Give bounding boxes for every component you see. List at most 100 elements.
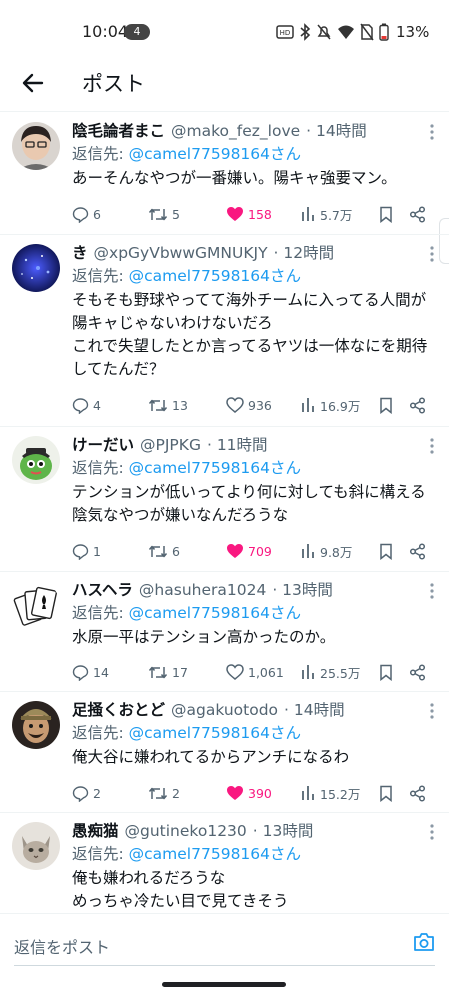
bookmark-button[interactable]	[379, 540, 393, 562]
user-handle[interactable]: @xpGyVbwwGMNUKJY	[94, 242, 268, 264]
bookmark-icon	[380, 785, 392, 802]
views-button[interactable]: 9.8万	[300, 540, 352, 562]
like-button[interactable]: 1,061	[226, 661, 284, 683]
bookmark-button[interactable]	[379, 661, 393, 683]
tweet[interactable]: ハスヘラ @hasuhera1024 · 13時間 返信先: @camel775…	[0, 572, 449, 692]
avatar[interactable]	[12, 581, 60, 629]
tweet[interactable]: 足掻くおとど @agakuotodo · 14時間 返信先: @camel775…	[0, 692, 449, 813]
share-icon	[409, 663, 426, 681]
bookmark-button[interactable]	[379, 394, 393, 416]
reply-mention-link[interactable]: @camel77598164さん	[129, 459, 301, 477]
display-name[interactable]: き	[72, 242, 88, 264]
display-name[interactable]: 愚痴猫	[72, 820, 119, 842]
tweet-time: · 13時間	[272, 581, 333, 599]
views-button[interactable]: 25.5万	[300, 661, 360, 683]
user-handle[interactable]: @agakuotodo	[171, 699, 278, 721]
tweet-text: そもそも野球やってて海外チームに入ってる人間が陽キャじゃないわけないだろ これで…	[72, 291, 428, 378]
user-handle[interactable]: @PJPKG	[140, 434, 201, 456]
tweet-actions: 1 6 709 9.8万	[72, 540, 435, 562]
reply-composer[interactable]: 返信をポスト	[0, 913, 449, 966]
avatar[interactable]	[12, 244, 60, 292]
retweet-icon	[148, 666, 168, 678]
more-options-icon[interactable]	[429, 702, 435, 720]
avatar[interactable]	[12, 122, 60, 170]
reply-to: 返信先: @camel77598164さん	[72, 264, 435, 288]
display-name[interactable]: けーだい	[72, 434, 134, 456]
reply-to: 返信先: @camel77598164さん	[72, 842, 435, 866]
analytics-icon	[302, 544, 314, 558]
reply-button[interactable]: 14	[72, 661, 109, 683]
avatar[interactable]	[12, 701, 60, 749]
share-icon	[409, 396, 426, 414]
reply-button[interactable]: 2	[72, 782, 101, 804]
tweet-time: · 11時間	[206, 436, 268, 454]
like-button[interactable]: 158	[226, 203, 272, 225]
tweet-time: · 12時間	[273, 244, 335, 262]
more-options-icon[interactable]	[429, 123, 435, 141]
share-button[interactable]	[409, 203, 426, 225]
display-name[interactable]: 足掻くおとど	[72, 699, 165, 721]
reply-to-label: 返信先:	[72, 145, 129, 163]
share-button[interactable]	[409, 661, 426, 683]
retweet-button[interactable]: 6	[148, 540, 180, 562]
more-options-icon[interactable]	[429, 823, 435, 841]
tweet[interactable]: 愚痴猫 @gutineko1230 · 13時間 返信先: @camel7759…	[0, 813, 449, 913]
tweet[interactable]: 陰毛論者まこ @mako_fez_love · 14時間 返信先: @camel…	[0, 113, 449, 235]
reply-mention-link[interactable]: @camel77598164さん	[129, 267, 301, 285]
reply-button[interactable]: 4	[72, 394, 101, 416]
camera-icon[interactable]	[413, 932, 435, 952]
like-button[interactable]: 709	[226, 540, 272, 562]
reply-input-underline	[14, 965, 435, 966]
reply-mention-link[interactable]: @camel77598164さん	[129, 724, 301, 742]
retweet-button[interactable]: 2	[148, 782, 180, 804]
reply-button[interactable]: 6	[72, 203, 101, 225]
reply-button[interactable]: 1	[72, 540, 101, 562]
reply-icon	[72, 206, 89, 223]
bookmark-icon	[380, 206, 392, 223]
share-button[interactable]	[409, 782, 426, 804]
tweet-text: あーそんなやつが一番嫌い。陽キャ強要マン。	[72, 169, 397, 187]
reply-to-label: 返信先:	[72, 724, 129, 742]
bookmark-button[interactable]	[379, 782, 393, 804]
back-button[interactable]	[18, 68, 48, 98]
status-icons: HD 13%	[276, 22, 429, 42]
share-button[interactable]	[409, 540, 426, 562]
reply-input[interactable]: 返信をポスト	[14, 934, 110, 958]
more-options-icon[interactable]	[429, 245, 435, 263]
avatar[interactable]	[12, 436, 60, 484]
retweet-icon	[148, 545, 168, 557]
user-handle[interactable]: @gutineko1230	[125, 820, 247, 842]
display-name[interactable]: ハスヘラ	[72, 579, 133, 601]
tweet-actions: 4 13 936 16.9万	[72, 394, 435, 416]
retweet-button[interactable]: 17	[148, 661, 188, 683]
analytics-icon	[302, 786, 314, 800]
views-button[interactable]: 16.9万	[300, 394, 360, 416]
bookmark-button[interactable]	[379, 203, 393, 225]
more-options-icon[interactable]	[429, 582, 435, 600]
no-sim-icon	[360, 23, 374, 41]
retweet-button[interactable]: 13	[148, 394, 188, 416]
more-options-icon[interactable]	[429, 437, 435, 455]
like-button[interactable]: 390	[226, 782, 272, 804]
user-handle[interactable]: @mako_fez_love	[171, 120, 300, 142]
bookmark-icon	[380, 543, 392, 560]
views-button[interactable]: 15.2万	[300, 782, 360, 804]
tweet-time: · 14時間	[284, 701, 345, 719]
share-button[interactable]	[409, 394, 426, 416]
like-button[interactable]: 936	[226, 394, 272, 416]
display-name[interactable]: 陰毛論者まこ	[72, 120, 165, 142]
like-count: 158	[248, 206, 272, 222]
gesture-nav-handle[interactable]	[162, 982, 286, 987]
status-time: 10:04	[82, 22, 129, 41]
reply-mention-link[interactable]: @camel77598164さん	[129, 145, 301, 163]
reply-mention-link[interactable]: @camel77598164さん	[129, 604, 301, 622]
tweet[interactable]: けーだい @PJPKG · 11時間 返信先: @camel77598164さん…	[0, 427, 449, 572]
user-handle[interactable]: @hasuhera1024	[139, 579, 266, 601]
views-button[interactable]: 5.7万	[300, 203, 352, 225]
reply-to-label: 返信先:	[72, 459, 129, 477]
avatar[interactable]	[12, 822, 60, 870]
tweet[interactable]: き @xpGyVbwwGMNUKJY · 12時間 返信先: @camel775…	[0, 235, 449, 427]
retweet-count: 6	[172, 543, 180, 559]
retweet-button[interactable]: 5	[148, 203, 180, 225]
reply-mention-link[interactable]: @camel77598164さん	[129, 845, 301, 863]
